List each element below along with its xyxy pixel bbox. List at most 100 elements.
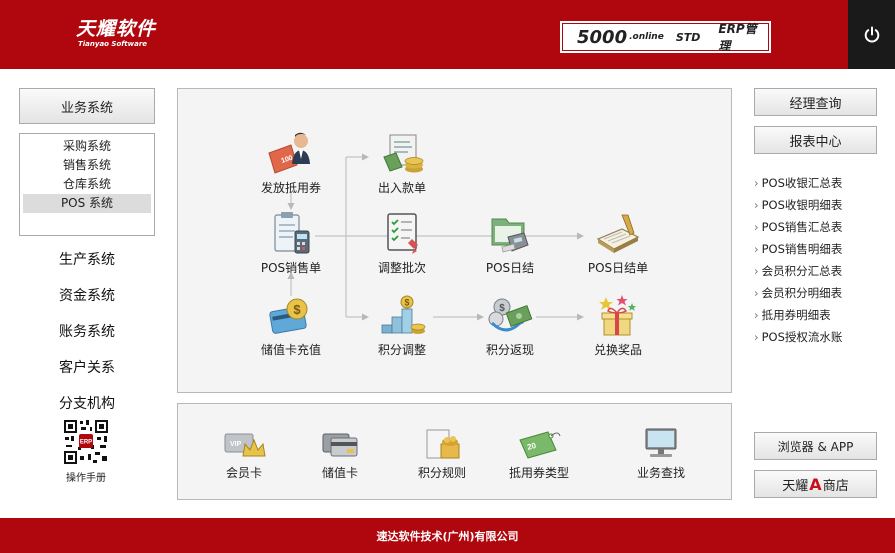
report-link[interactable]: › 会员积分汇总表 (754, 260, 884, 282)
node-cash-in-out-label: 出入款单 (377, 181, 426, 195)
item-business-search[interactable]: 业务查找 (616, 426, 706, 481)
chevron-right-icon: › (754, 308, 759, 322)
browser-app-button[interactable]: 浏览器 & APP (754, 432, 877, 460)
submenu-item-warehouse[interactable]: 仓库系统 (23, 175, 151, 194)
submenu-item-purchase[interactable]: 采购系统 (23, 137, 151, 156)
report-link[interactable]: › POS销售明细表 (754, 238, 884, 260)
manual-label[interactable]: 操作手册 (50, 469, 122, 484)
product-badge: 5000 .online STD ERP管理 (560, 21, 771, 53)
nav-branch-organization[interactable]: 分支机构 (19, 393, 155, 413)
node-pos-daily-statement[interactable]: POS日结单 (573, 211, 663, 276)
item-member-card[interactable]: VIP 会员卡 (199, 426, 289, 481)
node-pos-daily-statement-label: POS日结单 (587, 261, 649, 275)
nav-production-system[interactable]: 生产系统 (19, 249, 155, 269)
store-button[interactable]: 天耀 A 商店 (754, 470, 877, 498)
node-redeem-prize[interactable]: 兑换奖品 (573, 293, 663, 358)
submenu-item-sales[interactable]: 销售系统 (23, 156, 151, 175)
report-link[interactable]: › 抵用券明细表 (754, 304, 884, 326)
nav-accounting-system[interactable]: 账务系统 (19, 321, 155, 341)
item-business-search-label: 业务查找 (636, 466, 685, 480)
business-system-button[interactable]: 业务系统 (19, 88, 155, 124)
store-prefix: 天耀 (782, 478, 809, 494)
report-list: › POS收银汇总表 › POS收银明细表 › POS销售汇总表 › POS销售明细表 … (754, 172, 884, 348)
node-points-return-label: 积分返现 (485, 343, 534, 357)
item-points-rules[interactable]: 积分规则 (397, 426, 487, 481)
coupon-tag-icon: 20 (519, 431, 561, 459)
nav-capital-system[interactable]: 资金系统 (19, 285, 155, 305)
coins-cash-icon: $ (488, 298, 533, 332)
settings-panel: VIP 会员卡 储值卡 积分规则 20 抵用券类型 业务查找 (177, 403, 732, 500)
item-member-card-label: 会员卡 (225, 466, 262, 480)
report-center-button[interactable]: 报表中心 (754, 126, 877, 154)
rules-box-icon (426, 429, 460, 459)
report-link[interactable]: › POS收银明细表 (754, 194, 884, 216)
company-logo: 天耀软件 Tianyao Software (76, 18, 156, 49)
svg-text:$: $ (293, 302, 301, 317)
report-link[interactable]: › POS授权流水账 (754, 326, 884, 348)
footer-bar: 速达软件技术(广州)有限公司 (0, 518, 895, 553)
item-points-rules-label: 积分规则 (417, 466, 466, 480)
power-button[interactable] (848, 0, 895, 69)
svg-text:VIP: VIP (230, 441, 242, 448)
node-adjust-batch-label: 调整批次 (377, 261, 426, 275)
product-name: ERP管理 (718, 22, 757, 53)
nav-customer-relations[interactable]: 客户关系 (19, 357, 155, 377)
node-pos-daily-label: POS日结 (485, 261, 535, 275)
report-link[interactable]: › 会员积分明细表 (754, 282, 884, 304)
logo-main-text: 天耀软件 (76, 18, 157, 40)
chevron-right-icon: › (754, 198, 759, 212)
chevron-right-icon: › (754, 220, 759, 234)
manager-query-button[interactable]: 经理查询 (754, 88, 877, 116)
item-coupon-type-label: 抵用券类型 (508, 466, 569, 480)
chevron-right-icon: › (754, 242, 759, 256)
node-cash-in-out[interactable]: 出入款单 (357, 131, 447, 196)
notebook-icon (596, 214, 640, 253)
chevron-right-icon: › (754, 176, 759, 190)
report-link[interactable]: › POS收银汇总表 (754, 172, 884, 194)
svg-text:ERP: ERP (80, 440, 92, 446)
logo-sub-text: Tianyao Software (78, 40, 148, 48)
report-link[interactable]: › POS销售汇总表 (754, 216, 884, 238)
pos-clipboard-icon (274, 212, 310, 254)
chevron-right-icon: › (754, 264, 759, 278)
product-edition: STD (675, 30, 701, 44)
item-stored-value-card[interactable]: 储值卡 (295, 426, 385, 481)
node-issue-coupon[interactable]: 100 发放抵用券 (246, 131, 336, 196)
vip-card-icon: VIP (224, 433, 266, 457)
node-card-recharge-label: 储值卡充值 (260, 343, 321, 357)
node-redeem-prize-label: 兑换奖品 (593, 343, 642, 357)
monitor-icon (645, 428, 677, 457)
node-points-adjust[interactable]: $ 积分调整 (357, 293, 447, 358)
footer-company: 速达软件技术(广州)有限公司 (376, 529, 519, 543)
folder-terminal-icon (491, 218, 529, 253)
product-online: .online (629, 32, 664, 42)
header-bar: 天耀软件 Tianyao Software 5000 .online STD E… (0, 0, 895, 69)
gift-stars-icon (599, 295, 637, 336)
store-a-icon: A (809, 474, 822, 494)
node-points-return[interactable]: $ 积分返现 (465, 293, 555, 358)
svg-text:$: $ (404, 298, 409, 308)
node-pos-sales[interactable]: POS销售单 (246, 211, 336, 276)
node-pos-daily[interactable]: POS日结 (465, 211, 555, 276)
coin-stairs-icon: $ (381, 295, 426, 334)
stored-card-icon (322, 433, 358, 457)
qr-code-icon: ERP (62, 418, 110, 466)
pos-flow-panel: 100 发放抵用券 出入款单 POS销售单 调整批次 POS日结 POS日结单 … (177, 88, 732, 393)
item-stored-value-card-label: 储值卡 (321, 466, 358, 480)
manual-qr-code[interactable]: ERP (62, 418, 110, 466)
product-number: 5000 (577, 26, 628, 48)
chevron-right-icon: › (754, 286, 759, 300)
receipt-coins-icon (383, 134, 424, 173)
power-icon (864, 26, 879, 43)
node-issue-coupon-label: 发放抵用券 (260, 181, 321, 195)
chevron-right-icon: › (754, 330, 759, 344)
business-submenu: 采购系统 销售系统 仓库系统 POS 系统 (19, 133, 155, 236)
submenu-item-pos[interactable]: POS 系统 (23, 194, 151, 213)
node-pos-sales-label: POS销售单 (260, 261, 322, 275)
node-adjust-batch[interactable]: 调整批次 (357, 211, 447, 276)
item-coupon-type[interactable]: 20 抵用券类型 (494, 426, 584, 481)
checklist-icon (387, 213, 418, 254)
svg-text:$: $ (499, 303, 505, 314)
store-suffix: 商店 (822, 478, 849, 494)
node-card-recharge[interactable]: $ 储值卡充值 (246, 293, 336, 358)
